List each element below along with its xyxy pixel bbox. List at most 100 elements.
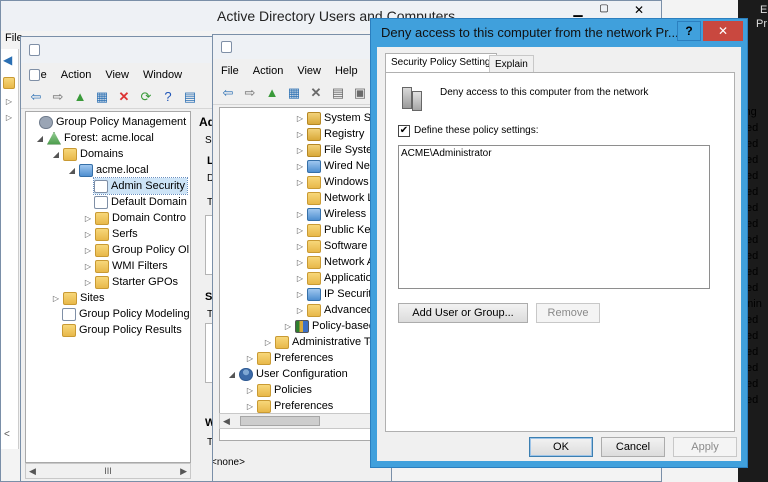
delete-icon[interactable]: ✕ bbox=[307, 84, 325, 102]
tab-explain[interactable]: Explain bbox=[489, 55, 534, 73]
expand-arrow-icon[interactable]: ▷ bbox=[5, 97, 13, 106]
expand-arrow-icon[interactable]: ▷ bbox=[296, 242, 304, 251]
menu-view[interactable]: View bbox=[297, 65, 321, 77]
menu-file[interactable]: File bbox=[221, 65, 239, 77]
tree-node[interactable]: ▷ Sites bbox=[52, 290, 104, 306]
tree-node-selected[interactable]: Admin Security bbox=[93, 177, 188, 195]
expand-arrow-icon[interactable]: ▷ bbox=[296, 226, 304, 235]
expand-arrow-icon[interactable]: ▷ bbox=[296, 274, 304, 283]
expand-arrow-icon[interactable]: ▷ bbox=[52, 294, 60, 303]
tree-node[interactable]: Group Policy Management bbox=[28, 114, 186, 130]
help-button[interactable]: ? bbox=[677, 21, 701, 41]
tab-security-policy-setting[interactable]: Security Policy Setting bbox=[385, 53, 497, 73]
tree-node[interactable]: Group Policy Modeling bbox=[62, 306, 190, 322]
menu-action[interactable]: Action bbox=[253, 65, 284, 77]
show-tree-icon[interactable]: ▦ bbox=[93, 88, 111, 106]
forward-icon[interactable]: ⇨ bbox=[49, 88, 67, 106]
tree-node[interactable]: ▷ Administrative Te bbox=[264, 334, 376, 350]
delete-icon[interactable]: ✕ bbox=[115, 88, 133, 106]
expand-arrow-icon[interactable]: ▷ bbox=[296, 178, 304, 187]
tree-node[interactable]: Default Domain bbox=[94, 194, 187, 210]
expand-arrow-icon[interactable]: ▷ bbox=[84, 246, 92, 255]
expand-arrow-icon[interactable]: ▷ bbox=[296, 130, 304, 139]
tree-node[interactable]: ▷ Windows bbox=[296, 174, 369, 190]
expand-arrow-icon[interactable]: ▷ bbox=[84, 262, 92, 271]
menu-window[interactable]: Window bbox=[143, 69, 182, 81]
collapse-arrow-icon[interactable]: ◢ bbox=[52, 150, 60, 159]
apply-button[interactable]: Apply bbox=[673, 437, 737, 457]
tree-node[interactable]: ▷ Advanced bbox=[296, 302, 373, 318]
tree-node[interactable]: ▷ Wireless N bbox=[296, 206, 377, 222]
expand-arrow-icon[interactable]: ▷ bbox=[296, 114, 304, 123]
list-item[interactable]: ACME\Administrator bbox=[401, 148, 492, 159]
define-policy-checkbox[interactable]: ✔ bbox=[398, 125, 410, 137]
expand-arrow-icon[interactable]: ▷ bbox=[246, 402, 254, 411]
tree-node[interactable]: ▷ Preferences bbox=[246, 398, 333, 414]
export-icon[interactable]: ▣ bbox=[351, 84, 369, 102]
tree-node[interactable]: ▷ IP Security bbox=[296, 286, 377, 302]
tree-node[interactable]: ▷ Policies bbox=[246, 382, 312, 398]
scroll-grip[interactable]: III bbox=[104, 466, 112, 476]
tree-node[interactable]: Network L bbox=[307, 190, 374, 206]
scroll-left-icon[interactable]: ◀ bbox=[29, 466, 36, 477]
expand-arrow-icon[interactable]: ▷ bbox=[84, 278, 92, 287]
collapse-arrow-icon[interactable]: ◢ bbox=[68, 166, 76, 175]
menu-view[interactable]: View bbox=[105, 69, 129, 81]
properties-icon[interactable]: ▤ bbox=[329, 84, 347, 102]
expand-arrow-icon[interactable]: ▷ bbox=[84, 214, 92, 223]
collapse-arrow-icon[interactable]: ◢ bbox=[36, 134, 44, 143]
show-tree-icon[interactable]: ▦ bbox=[285, 84, 303, 102]
expand-arrow-icon[interactable]: ▷ bbox=[5, 113, 13, 122]
expand-arrow-icon[interactable]: ▷ bbox=[264, 338, 272, 347]
tree-node[interactable]: Group Policy Results bbox=[62, 322, 182, 338]
help-icon[interactable]: ? bbox=[159, 88, 177, 106]
up-folder-icon[interactable]: ▲ bbox=[263, 84, 281, 102]
expand-arrow-icon[interactable]: ▷ bbox=[284, 322, 292, 331]
tree-node[interactable]: ▷ Wired Net bbox=[296, 158, 373, 174]
expand-arrow-icon[interactable]: ▷ bbox=[296, 210, 304, 219]
back-icon[interactable]: ⇦ bbox=[219, 84, 237, 102]
tree-node[interactable]: ▷ Applicatio bbox=[296, 270, 372, 286]
tree-node[interactable]: ▷ Preferences bbox=[246, 350, 333, 366]
up-folder-icon[interactable]: ▲ bbox=[71, 88, 89, 106]
tree-node[interactable]: ◢ acme.local bbox=[68, 162, 149, 178]
tree-node[interactable]: ◢ Domains bbox=[52, 146, 123, 162]
expand-arrow-icon[interactable]: ▷ bbox=[296, 258, 304, 267]
tree-node[interactable]: ▷ Software R bbox=[296, 238, 378, 254]
add-user-or-group-button[interactable]: Add User or Group... bbox=[398, 303, 528, 323]
tree-node[interactable]: ◢ Forest: acme.local bbox=[36, 130, 154, 146]
tree-node[interactable]: ▷ Domain Contro bbox=[84, 210, 186, 226]
scroll-thumb[interactable] bbox=[240, 416, 320, 426]
tree-node[interactable]: ▷ Group Policy Ol bbox=[84, 242, 189, 258]
members-listbox[interactable]: ACME\Administrator bbox=[398, 145, 710, 289]
tree-node[interactable]: ▷ Public Key bbox=[296, 222, 376, 238]
tree-node[interactable]: ▷ WMI Filters bbox=[84, 258, 168, 274]
tree-node[interactable]: ▷ Serfs bbox=[84, 226, 138, 242]
expand-arrow-icon[interactable]: ▷ bbox=[246, 386, 254, 395]
expand-arrow-icon[interactable]: ▷ bbox=[296, 146, 304, 155]
gpm-tree-hscroll[interactable]: ◀ III ▶ bbox=[25, 463, 191, 479]
expand-arrow-icon[interactable]: ▷ bbox=[296, 162, 304, 171]
expand-arrow-icon[interactable]: ▷ bbox=[296, 290, 304, 299]
tree-node[interactable]: ▷ Policy-based bbox=[284, 318, 375, 334]
expand-arrow-icon[interactable]: ▷ bbox=[84, 230, 92, 239]
tree-node[interactable]: ▷ File System bbox=[296, 142, 381, 158]
properties-icon[interactable]: ▤ bbox=[181, 88, 199, 106]
tree-node[interactable]: ▷ Network A bbox=[296, 254, 374, 270]
close-dialog-button[interactable]: ✕ bbox=[703, 21, 743, 41]
collapse-arrow-icon[interactable]: ◢ bbox=[228, 370, 236, 379]
tree-node[interactable]: ▷ Starter GPOs bbox=[84, 274, 178, 290]
menu-action[interactable]: Action bbox=[61, 69, 92, 81]
back-icon[interactable]: ⇦ bbox=[27, 88, 45, 106]
remove-button[interactable]: Remove bbox=[536, 303, 600, 323]
tree-node[interactable]: ◢ User Configuration bbox=[228, 366, 348, 382]
expand-arrow-icon[interactable]: ▷ bbox=[296, 306, 304, 315]
forward-icon[interactable]: ⇨ bbox=[241, 84, 259, 102]
tree-node[interactable]: ▷ Registry bbox=[296, 126, 364, 142]
menu-help[interactable]: Help bbox=[335, 65, 358, 77]
scroll-right-icon[interactable]: ▶ bbox=[180, 466, 187, 477]
ok-button[interactable]: OK bbox=[529, 437, 593, 457]
refresh-icon[interactable]: ⟳ bbox=[137, 88, 155, 106]
cancel-button[interactable]: Cancel bbox=[601, 437, 665, 457]
back-arrow-icon[interactable]: ◀ bbox=[3, 53, 12, 67]
